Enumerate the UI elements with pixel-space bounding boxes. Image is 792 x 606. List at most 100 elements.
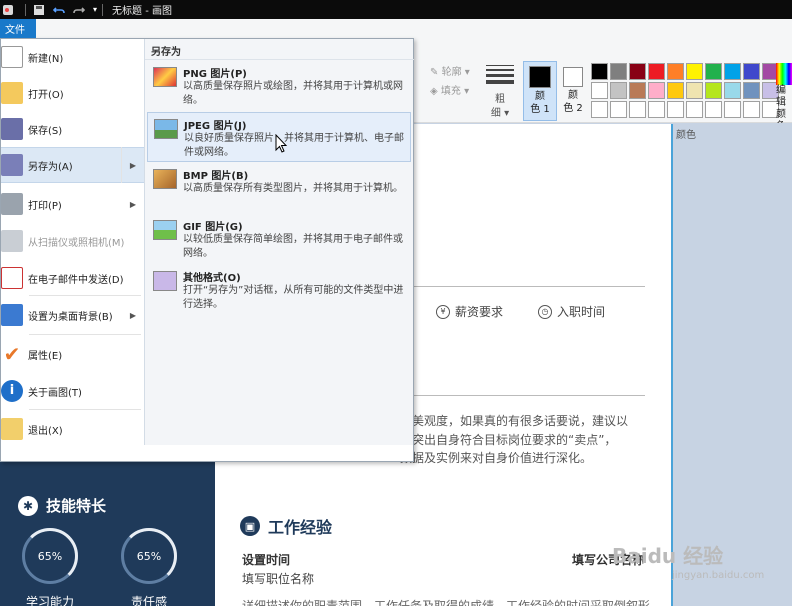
format-title: PNG 图片(P) [183,69,247,80]
email-icon [1,267,23,289]
skill-ring: 65% [121,528,177,584]
palette-swatch[interactable] [743,63,760,80]
menu-item-save[interactable]: 保存(S) [1,111,144,147]
salary-label: 薪资要求 [455,305,504,319]
file-menu: 新建(N) 打开(O) 保存(S) 另存为(A) ▶ 打印(P) ▶ 从扫描仪或… [0,38,414,462]
paragraph-line: 到突出自身符合目标岗位要求的“卖点”， [400,433,617,447]
outline-button[interactable]: ✎ 轮廓 ▾ [430,63,470,78]
undo-icon[interactable] [53,4,65,16]
palette-swatch[interactable] [724,101,741,118]
palette-swatch[interactable] [629,63,646,80]
palette-swatch[interactable] [705,63,722,80]
palette-swatch[interactable] [724,63,741,80]
watermark-url: jingyan.baidu.com [672,570,765,581]
menu-item-label: 退出(X) [28,425,63,437]
menu-item-label: 打开(O) [28,89,64,101]
save-as-gif[interactable]: GIF 图片(G) 以较低质量保存简单绘图，并将其用于电子邮件或网络。 [147,214,411,264]
menu-item-desktop-bg[interactable]: 设置为桌面背景(B) ▶ [1,297,144,333]
palette-swatch[interactable] [610,101,627,118]
palette-swatch[interactable] [724,82,741,99]
save-as-other[interactable]: 其他格式(O) 打开“另存为”对话框，从所有可能的文件类型中进行选择。 [147,265,411,315]
menu-item-about[interactable]: i 关于画图(T) [1,373,144,409]
palette-swatch[interactable] [648,63,665,80]
palette-swatch[interactable] [648,101,665,118]
palette-swatch[interactable] [610,63,627,80]
palette-swatch[interactable] [705,82,722,99]
chevron-right-icon: ▶ [129,199,136,209]
skill-label: 学习能力 [26,595,75,606]
menu-item-properties[interactable]: ✔ 属性(E) [1,336,144,372]
skill-label: 责任感 [131,595,168,606]
save-as-png[interactable]: PNG 图片(P) 以高质量保存照片或绘图，并将其用于计算机或网络。 [147,61,411,111]
menu-separator [29,334,141,335]
palette-swatch[interactable] [667,101,684,118]
palette-swatch[interactable] [591,63,608,80]
palette-swatch[interactable] [629,101,646,118]
work-heading: ▣ 工作经验 [240,514,332,538]
fill-button[interactable]: ◈ 填充 ▾ [430,82,469,97]
palette-swatch[interactable] [667,82,684,99]
palette-swatch[interactable] [610,82,627,99]
entry-time-label: 入职时间 [557,305,606,319]
menu-item-email[interactable]: 在电子邮件中发送(D) [1,260,144,296]
window-title: 无标题 - 画图 [112,6,172,17]
menu-item-label: 保存(S) [28,125,63,137]
save-as-icon [1,154,23,176]
work-description: 详细描述你的职责范围、工作任务及取得的成绩，工作经验的时间采取倒叙形 [242,599,651,606]
paint-app-icon [3,4,13,15]
bmp-image-icon [153,169,177,189]
format-description: 以较低质量保存简单绘图，并将其用于电子邮件或网络。 [183,234,403,259]
edit-colors-button[interactable]: 编辑 颜色 [776,63,792,123]
clock-icon: ◷ [538,304,552,319]
save-icon [1,118,23,140]
skill-percent: 65% [136,549,162,563]
palette-swatch[interactable] [686,82,703,99]
palette-swatch[interactable] [686,101,703,118]
file-tab[interactable]: 文件 [0,19,36,38]
redo-icon[interactable] [73,4,85,16]
format-description: 以高质量保存所有类型图片，并将其用于计算机。 [183,183,403,194]
watermark: Baidu 经验 [612,544,724,568]
color1-button[interactable]: 颜 色 1 [523,61,557,121]
menu-item-label: 在电子邮件中发送(D) [28,274,124,286]
menu-item-new[interactable]: 新建(N) [1,39,144,75]
other-formats-icon [153,271,177,291]
chevron-down-icon: ▾ [464,86,470,97]
format-title: 其他格式(O) [183,273,241,284]
menu-item-save-as[interactable]: 另存为(A) ▶ [1,147,144,183]
paragraph-line: 的美观度，如果真的有很多话要说，建议以 [400,414,629,428]
menu-item-open[interactable]: 打开(O) [1,75,144,111]
checkmark-icon: ✔ [3,342,21,366]
skill-ring: 65% [22,528,78,584]
palette-swatch[interactable] [743,101,760,118]
chevron-right-icon: ▶ [129,160,136,170]
printer-icon [1,193,23,215]
palette-swatch[interactable] [591,82,608,99]
toolbar-separator [102,3,104,16]
color2-button[interactable]: 颜 色 2 [558,61,588,121]
submenu-separator [121,147,122,183]
color-wheel-icon [776,63,792,85]
palette-swatch[interactable] [686,63,703,80]
palette-swatch[interactable] [591,101,608,118]
palette-swatch[interactable] [629,82,646,99]
briefcase-icon: ▣ [240,516,260,536]
chevron-down-icon[interactable]: ▾ [93,5,97,14]
palette-swatch[interactable] [648,82,665,99]
format-title: GIF 图片(G) [183,222,243,233]
save-icon[interactable] [33,4,45,16]
size-button[interactable]: 粗 细 ▾ [482,63,518,121]
save-as-bmp[interactable]: BMP 图片(B) 以高质量保存所有类型图片，并将其用于计算机。 [147,163,411,213]
palette-swatch[interactable] [705,101,722,118]
work-title: 工作经验 [268,518,333,537]
new-file-icon [1,46,23,68]
menu-item-print[interactable]: 打印(P) ▶ [1,186,144,222]
menu-item-exit[interactable]: 退出(X) [1,411,144,447]
color2-label: 颜 色 2 [563,90,583,114]
palette-swatch[interactable] [743,82,760,99]
palette-swatch[interactable] [667,63,684,80]
paragraph-line: 数据及实例来对自身价值进行深化。 [400,451,593,465]
menu-separator [29,295,141,296]
line-width-icon [486,65,514,84]
size-label: 粗 细 ▾ [490,94,510,119]
